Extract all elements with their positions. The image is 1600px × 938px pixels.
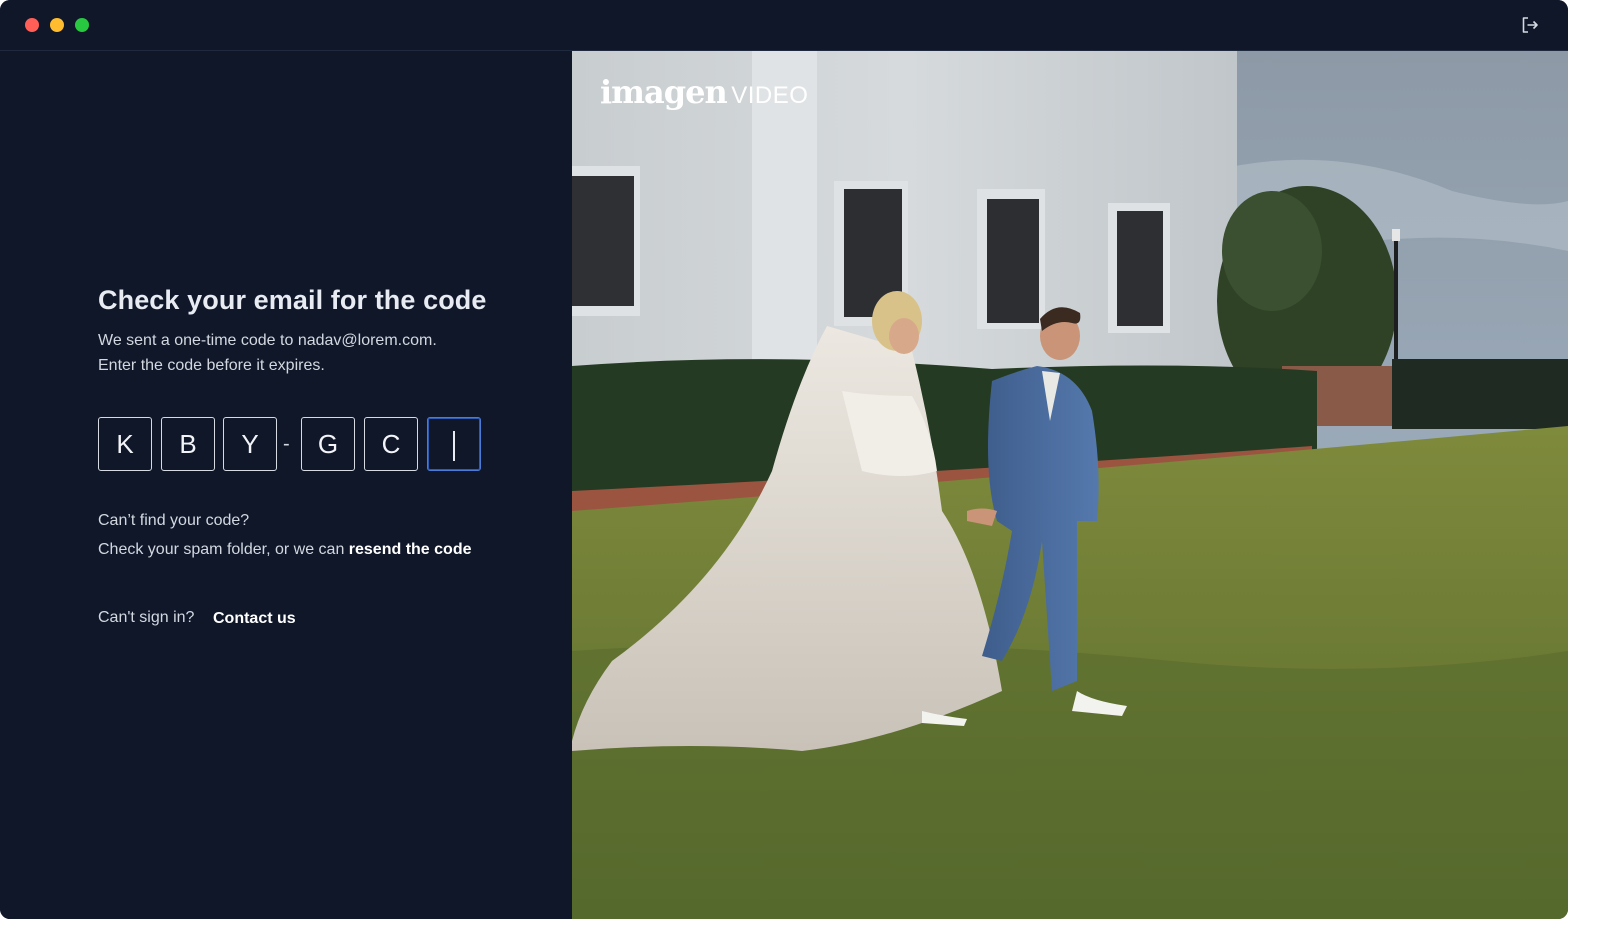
- logo-video-label: VIDEO: [731, 82, 809, 109]
- code-digit-4[interactable]: G: [301, 417, 355, 471]
- minimize-window-button[interactable]: [50, 18, 64, 32]
- code-digit-6[interactable]: [427, 417, 481, 471]
- logo-wordmark: imagen: [600, 73, 728, 111]
- expiry-message: Enter the code before it expires.: [98, 357, 325, 374]
- app-window: Check your email for the code We sent a …: [0, 0, 1568, 919]
- code-digit-5[interactable]: C: [364, 417, 418, 471]
- sign-out-icon[interactable]: [1520, 15, 1540, 35]
- hero-image: [572, 51, 1568, 919]
- code-separator: -: [283, 433, 290, 455]
- sent-code-message: We sent a one-time code to nadav@lorem.c…: [98, 332, 437, 349]
- close-window-button[interactable]: [25, 18, 39, 32]
- cant-sign-in-text: Can't sign in?: [98, 609, 195, 626]
- verification-panel: Check your email for the code We sent a …: [0, 51, 572, 919]
- imagen-video-logo: imagen VIDEO: [600, 73, 808, 111]
- code-digit-1[interactable]: K: [98, 417, 152, 471]
- code-digit-2[interactable]: B: [161, 417, 215, 471]
- text-cursor: [453, 431, 455, 462]
- help-text: Check your spam folder, or we can resend…: [98, 541, 471, 559]
- title-bar: [0, 0, 1568, 51]
- contact-us-link[interactable]: Contact us: [213, 610, 296, 628]
- wedding-photo: imagen VIDEO: [572, 51, 1568, 919]
- maximize-window-button[interactable]: [75, 18, 89, 32]
- resend-code-link[interactable]: resend the code: [349, 541, 472, 558]
- help-question: Can’t find your code?: [98, 512, 250, 529]
- spam-folder-text: Check your spam folder, or we can: [98, 541, 349, 558]
- page-title: Check your email for the code: [98, 285, 487, 315]
- code-digit-3[interactable]: Y: [223, 417, 277, 471]
